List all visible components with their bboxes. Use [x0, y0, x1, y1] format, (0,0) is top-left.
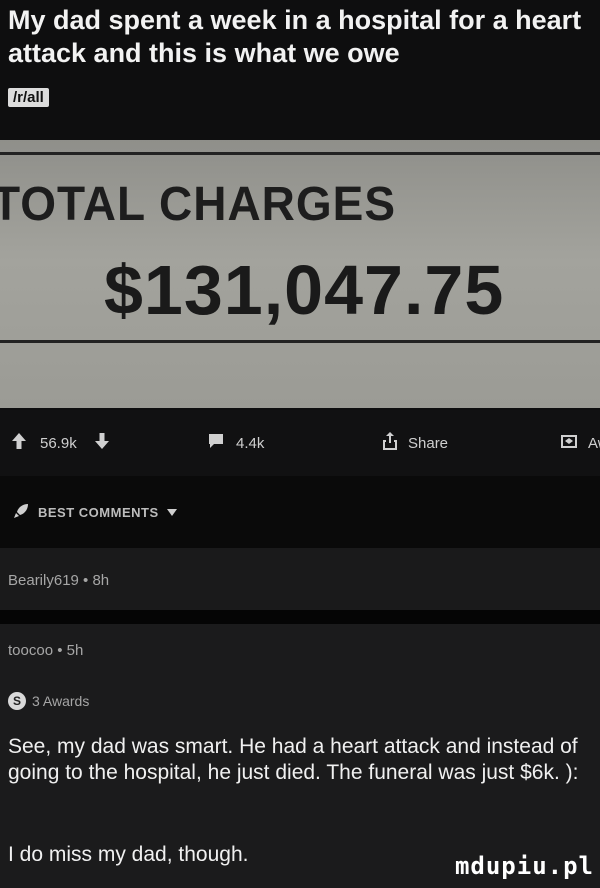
share-button[interactable]: Share — [382, 432, 448, 454]
action-bar: 56.9k 4.4k Share Aw — [0, 410, 600, 476]
post-image[interactable]: TOTAL CHARGES $131,047.75 — [0, 140, 600, 408]
watermark-logo: mdupiu.pl — [454, 852, 594, 880]
comment: toocoo • 5h S 3 Awards See, my dad was s… — [0, 624, 600, 888]
upvote-count: 56.9k — [40, 434, 77, 452]
rocket-icon — [12, 502, 30, 523]
comment-body: See, my dad was smart. He had a heart at… — [8, 735, 579, 784]
award-icon — [560, 432, 578, 454]
comment-meta: toocoo • 5h — [8, 642, 84, 659]
comment-divider — [0, 610, 600, 624]
comment-body-line: I do miss my dad, though. — [8, 843, 249, 866]
awards-badge[interactable]: S 3 Awards — [8, 692, 89, 710]
post-title: My dad spent a week in a hospital for a … — [8, 5, 582, 68]
chevron-down-icon — [166, 505, 177, 520]
total-charges-label: TOTAL CHARGES — [0, 175, 397, 231]
comment-icon — [208, 433, 224, 453]
vote-group: 56.9k — [12, 433, 109, 453]
award-button[interactable]: Aw — [560, 432, 600, 454]
share-label: Share — [408, 434, 449, 452]
image-bottom-rule — [0, 340, 600, 343]
share-icon — [382, 432, 398, 454]
image-top-rule — [0, 152, 600, 155]
comment-meta: Bearily619 • 8h — [8, 572, 110, 589]
sort-label: BEST COMMENTS — [38, 505, 159, 520]
subreddit-tag[interactable]: /r/all — [8, 88, 49, 107]
award-coin-icon: S — [8, 692, 26, 710]
downvote-icon[interactable] — [94, 433, 109, 453]
sort-dropdown[interactable]: BEST COMMENTS — [12, 502, 177, 523]
total-charges-amount: $131,047.75 — [104, 251, 505, 329]
awards-count: 3 Awards — [32, 693, 90, 709]
award-label: Aw — [588, 434, 600, 452]
comments-button[interactable]: 4.4k — [208, 433, 264, 453]
comments-header: BEST COMMENTS — [0, 476, 600, 548]
comment-count: 4.4k — [236, 434, 265, 452]
upvote-icon[interactable] — [12, 433, 26, 453]
comment-collapsed[interactable]: Bearily619 • 8h — [0, 548, 600, 610]
